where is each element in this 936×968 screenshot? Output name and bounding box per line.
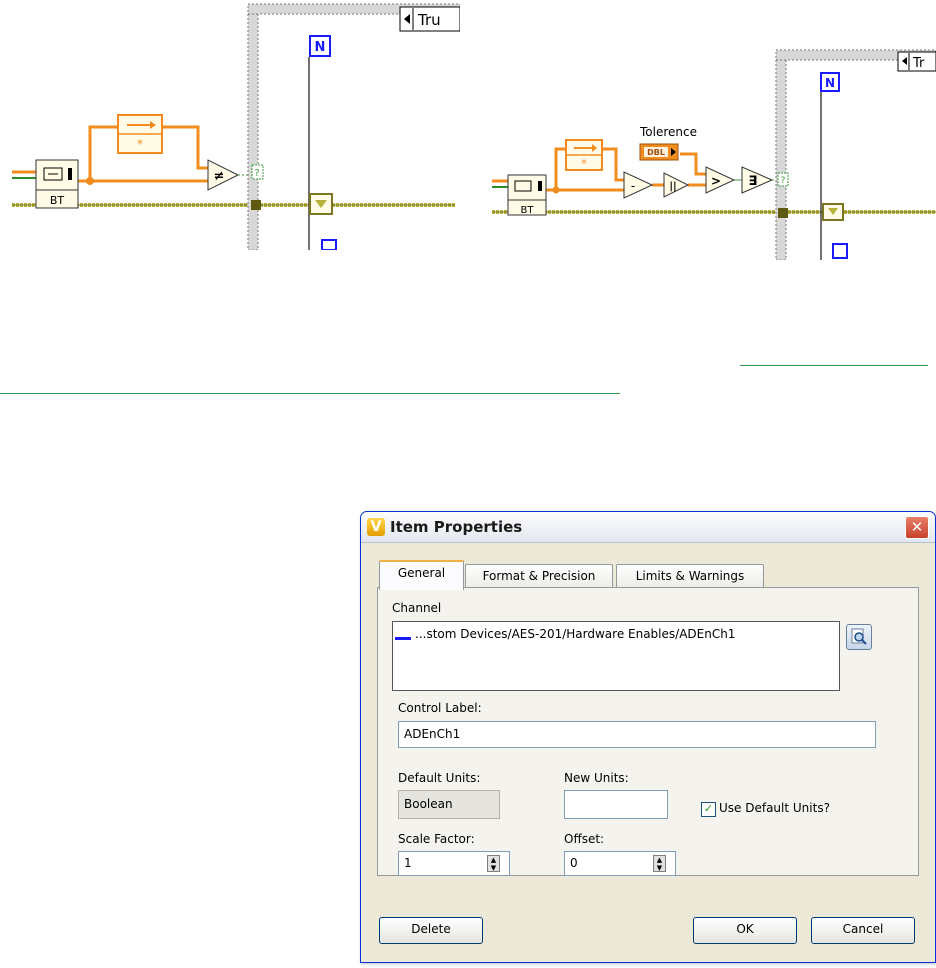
- tab-general[interactable]: General: [379, 560, 464, 590]
- block-diagram-left: BT * ≠ Tru ? N: [12, 3, 460, 250]
- offset-spinner[interactable]: ▲ ▼: [653, 855, 666, 872]
- svg-text:*: *: [581, 157, 587, 170]
- channel-type-icon: [395, 637, 411, 640]
- svg-text:?: ?: [254, 168, 259, 179]
- channel-field[interactable]: ...stom Devices/AES-201/Hardware Enables…: [392, 621, 840, 691]
- tab-format-precision[interactable]: Format & Precision: [465, 564, 613, 588]
- svg-text:DBL: DBL: [647, 148, 665, 157]
- title-bar: V Item Properties ✕: [361, 512, 935, 543]
- conditional-terminal: ?: [251, 164, 264, 180]
- delete-button[interactable]: Delete: [379, 917, 483, 944]
- subvi-node[interactable]: *: [117, 114, 163, 154]
- subvi-node-right[interactable]: *: [565, 139, 603, 171]
- or-array-function[interactable]: ∃: [741, 166, 774, 194]
- svg-text:?: ?: [781, 176, 786, 186]
- not-equal-function[interactable]: ≠: [207, 159, 240, 191]
- not-equal-symbol: ≠: [214, 169, 225, 184]
- magnifier-icon: [851, 628, 867, 645]
- case-label: Tru: [417, 11, 441, 29]
- use-default-units-checkbox[interactable]: ✓: [701, 802, 716, 817]
- scale-factor-spinner[interactable]: ▲ ▼: [487, 855, 500, 872]
- scale-factor-label: Scale Factor:: [398, 832, 475, 846]
- bt-node-right[interactable]: BT: [507, 174, 547, 216]
- tab-limits-warnings[interactable]: Limits & Warnings: [616, 564, 764, 588]
- new-units-label: New Units:: [564, 771, 629, 785]
- new-units-input[interactable]: [564, 790, 668, 819]
- greater-function[interactable]: >: [705, 166, 736, 194]
- cancel-button[interactable]: Cancel: [811, 917, 915, 944]
- bt-label-right: BT: [521, 205, 535, 216]
- separator-line-top: [740, 365, 928, 366]
- shift-register-right: [822, 203, 844, 221]
- svg-text:-: -: [631, 179, 635, 193]
- channel-label: Channel: [392, 601, 442, 615]
- subtract-function[interactable]: -: [623, 171, 654, 199]
- n-label: N: [315, 40, 326, 55]
- tunnel: [251, 200, 261, 210]
- control-label-input[interactable]: ADEnCh1: [398, 721, 876, 748]
- case-selector[interactable]: Tru: [399, 6, 460, 32]
- svg-text:*: *: [137, 137, 143, 151]
- absolute-function[interactable]: ||: [663, 172, 690, 198]
- default-units-field: Boolean: [398, 790, 500, 819]
- svg-text:>: >: [711, 174, 721, 188]
- use-default-units-label: Use Default Units?: [719, 801, 830, 815]
- control-label-label: Control Label:: [398, 701, 482, 715]
- tolerance-constant[interactable]: DBL: [639, 143, 679, 161]
- offset-label: Offset:: [564, 832, 605, 846]
- n-label-right: N: [825, 76, 835, 90]
- svg-text:||: ||: [669, 181, 676, 192]
- case-label-right: Tr: [912, 56, 925, 71]
- dialog-title: Item Properties: [390, 518, 523, 536]
- shift-register: [309, 193, 333, 215]
- tolerance-label: Tolerence: [639, 125, 697, 139]
- close-button[interactable]: ✕: [905, 516, 929, 539]
- item-properties-dialog: V Item Properties ✕ General Format & Pre…: [360, 511, 936, 963]
- case-selector-right[interactable]: Tr: [897, 51, 936, 72]
- app-logo-icon: V: [367, 518, 385, 536]
- conditional-terminal-right: ?: [777, 172, 789, 187]
- bt-node[interactable]: BT: [35, 159, 79, 209]
- bt-label: BT: [50, 194, 65, 207]
- channel-value: ...stom Devices/AES-201/Hardware Enables…: [415, 627, 736, 641]
- separator-line-bottom: [0, 393, 620, 394]
- block-diagram-right: BT * Tolerence DBL - || > ∃ Tr ? N: [492, 49, 936, 260]
- browse-button[interactable]: [846, 624, 872, 650]
- ok-button[interactable]: OK: [693, 917, 797, 944]
- general-tab-panel: Channel ...stom Devices/AES-201/Hardware…: [377, 587, 919, 876]
- svg-text:∃: ∃: [749, 174, 758, 189]
- default-units-label: Default Units:: [398, 771, 481, 785]
